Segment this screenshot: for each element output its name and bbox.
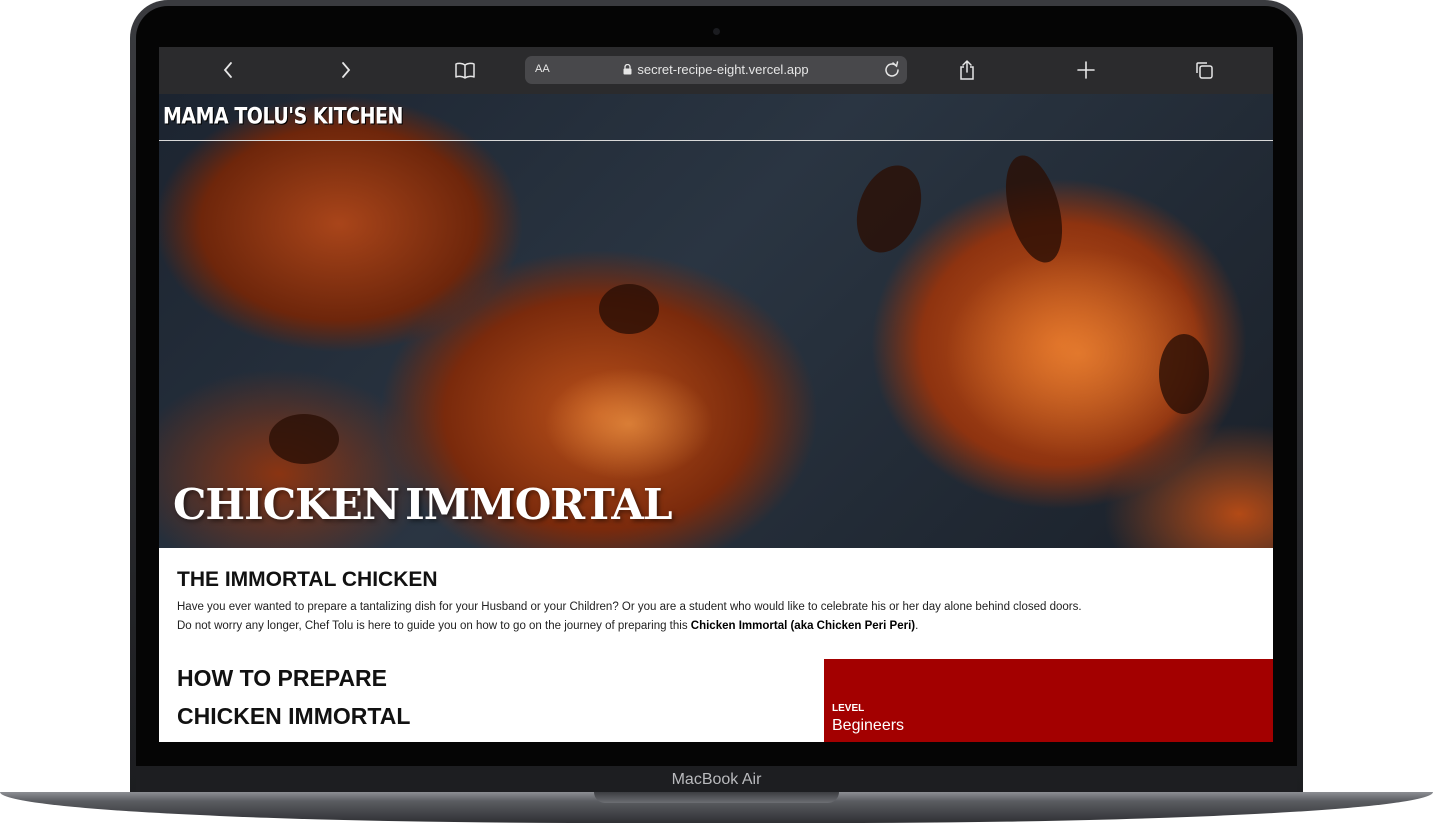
hero-title: CHICKEN IMMORTAL — [173, 480, 673, 529]
level-card: LEVEL Begineers — [824, 659, 1273, 742]
intro-line: Have you ever wanted to prepare a tantal… — [177, 601, 1082, 613]
intro-line: Do not worry any longer, Chef Tolu is he… — [177, 620, 691, 632]
url-text: secret-recipe-eight.vercel.app — [637, 62, 809, 77]
hero-photo-detail — [599, 284, 659, 334]
back-icon[interactable] — [213, 57, 243, 83]
intro-paragraph: Have you ever wanted to prepare a tantal… — [177, 598, 1262, 636]
share-icon[interactable] — [952, 57, 982, 83]
level-label: LEVEL — [832, 703, 865, 714]
url-display[interactable]: secret-recipe-eight.vercel.app — [525, 62, 907, 78]
intro-heading: THE IMMORTAL CHICKEN — [177, 568, 438, 591]
model-label: MacBook Air — [671, 771, 762, 788]
hero-photo-detail — [269, 414, 339, 464]
header-divider — [159, 140, 1273, 141]
new-tab-icon[interactable] — [1071, 57, 1101, 83]
tabs-icon[interactable] — [1189, 57, 1219, 83]
camera-icon — [713, 28, 720, 35]
hero-title-word: CHICKEN — [173, 480, 400, 529]
bookmarks-icon[interactable] — [450, 57, 480, 83]
hero-banner: MAMA TOLU'S KITCHEN CHICKEN IMMORTAL — [159, 94, 1273, 548]
address-bar[interactable]: AA secret-recipe-eight.vercel.app — [525, 56, 907, 84]
howto-line: CHICKEN IMMORTAL — [177, 703, 411, 729]
howto-heading: HOW TO PREPARE CHICKEN IMMORTAL — [177, 659, 410, 735]
browser-window: AA secret-recipe-eight.vercel.app MAMA T… — [159, 47, 1273, 742]
howto-line: HOW TO PREPARE — [177, 665, 387, 691]
forward-icon[interactable] — [331, 57, 361, 83]
level-value: Begineers — [832, 717, 905, 734]
hero-photo-detail — [845, 156, 933, 262]
hero-photo-detail — [995, 149, 1073, 269]
intro-period: . — [915, 620, 919, 632]
site-logo[interactable]: MAMA TOLU'S KITCHEN — [163, 104, 403, 129]
laptop-notch — [594, 792, 839, 803]
hero-title-word: IMMORTAL — [405, 480, 672, 529]
screen-chin: MacBook Air — [136, 766, 1297, 795]
reload-icon[interactable] — [883, 60, 901, 83]
lock-icon — [623, 63, 632, 78]
browser-toolbar: AA secret-recipe-eight.vercel.app — [159, 47, 1273, 94]
hero-photo-detail — [1159, 334, 1209, 414]
intro-highlight: Chicken Immortal (aka Chicken Peri Peri) — [690, 620, 916, 632]
